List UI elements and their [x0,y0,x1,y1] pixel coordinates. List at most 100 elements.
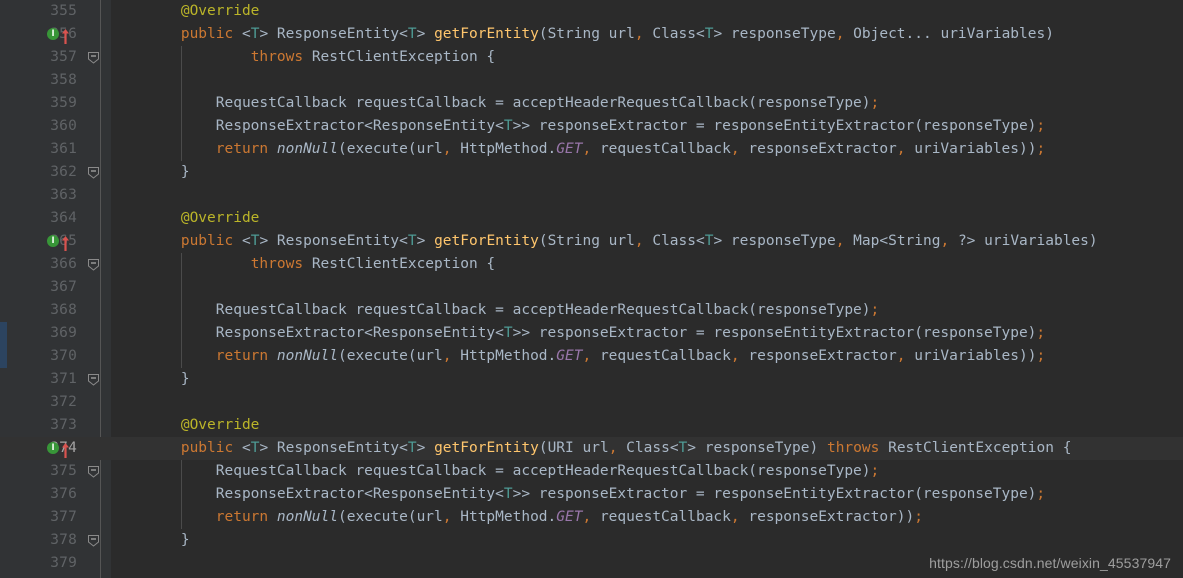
code-line-row[interactable]: 368 RequestCallback requestCallback = ac… [0,299,1183,322]
code-token: < [399,440,408,456]
code-line-row[interactable]: 369 ResponseExtractor<ResponseEntity<T>>… [0,322,1183,345]
line-number[interactable]: 375 [7,460,77,483]
code-line-row[interactable]: 374 I public <T> ResponseEntity<T> getFor… [0,437,1183,460]
code-line-row[interactable]: 359 RequestCallback requestCallback = ac… [0,92,1183,115]
code-line-row[interactable]: 361 return nonNull(execute(url, HttpMeth… [0,138,1183,161]
line-number[interactable]: 360 [7,115,77,138]
code-line-text[interactable]: public <T> ResponseEntity<T> getForEntit… [111,437,1072,460]
code-fold-marker-icon[interactable] [87,51,100,64]
code-fold-marker-icon[interactable] [87,166,100,179]
code-line-text[interactable]: RequestCallback requestCallback = accept… [111,460,879,483]
overriding-method-arrow-icon[interactable] [61,234,70,251]
line-number[interactable]: 377 [7,506,77,529]
code-token: responseExtractor [739,141,897,157]
code-line-text[interactable]: } [111,161,190,184]
line-number[interactable]: 359 [7,92,77,115]
code-line-text[interactable]: } [111,529,190,552]
overriding-method-arrow-icon[interactable] [61,441,70,458]
line-number[interactable]: 364 [7,207,77,230]
code-line-row[interactable]: 372 [0,391,1183,414]
code-token: RequestCallback [215,302,347,318]
code-line-row[interactable]: 355 @Override [0,0,1183,23]
code-token: ?> uriVariables) [949,233,1098,249]
code-line-row[interactable]: 364 @Override [0,207,1183,230]
code-line-text[interactable]: ResponseExtractor<ResponseEntity<T>> res… [111,322,1045,345]
line-number[interactable]: 361 [7,138,77,161]
code-token: , [730,141,740,157]
code-fold-marker-icon[interactable] [87,258,100,271]
code-line-row[interactable]: 376 ResponseExtractor<ResponseEntity<T>>… [0,483,1183,506]
line-number[interactable]: 372 [7,391,77,414]
overriding-method-arrow-icon[interactable] [61,27,70,44]
line-number[interactable]: 355 [7,0,77,23]
gutter-icon-group[interactable]: I [47,437,87,460]
line-number[interactable]: 370 [7,345,77,368]
line-number[interactable]: 371 [7,368,77,391]
code-line-text[interactable]: throws RestClientException { [111,253,495,276]
line-number[interactable]: 368 [7,299,77,322]
code-token: . [547,509,557,525]
code-line-row[interactable]: 360 ResponseExtractor<ResponseEntity<T>>… [0,115,1183,138]
code-fold-marker-icon[interactable] [87,373,100,386]
line-number[interactable]: 378 [7,529,77,552]
line-number[interactable]: 363 [7,184,77,207]
gutter-icon-group[interactable]: I [47,230,87,253]
code-token: String [888,233,941,249]
line-number[interactable]: 367 [7,276,77,299]
code-token: return [215,348,269,364]
code-line-row[interactable]: 370 return nonNull(execute(url, HttpMeth… [0,345,1183,368]
code-fold-marker-icon[interactable] [87,465,100,478]
implements-method-icon[interactable]: I [47,28,59,40]
code-line-text[interactable]: return nonNull(execute(url, HttpMethod.G… [111,345,1045,368]
code-line-row[interactable]: 373 @Override [0,414,1183,437]
code-line-row[interactable]: 356 I public <T> ResponseEntity<T> getFor… [0,23,1183,46]
code-line-text[interactable]: RequestCallback requestCallback = accept… [111,92,879,115]
implements-method-icon[interactable]: I [47,442,59,454]
code-line-text[interactable]: ResponseExtractor<ResponseEntity<T>> res… [111,115,1045,138]
code-line-text[interactable]: } [111,368,190,391]
code-token: ResponseEntity [372,118,496,134]
code-editor[interactable]: 355 @Override 356 I public <T> ResponseEnt… [0,0,1183,578]
line-number[interactable]: 357 [7,46,77,69]
code-line-text[interactable]: public <T> ResponseEntity<T> getForEntit… [111,230,1098,253]
code-token: < [364,118,373,134]
gutter-icon-group[interactable]: I [47,23,87,46]
code-token: GET [556,509,583,525]
code-token: requestCallback = [346,463,513,479]
line-number[interactable]: 373 [7,414,77,437]
code-fold-marker-icon[interactable] [87,534,100,547]
line-number[interactable]: 369 [7,322,77,345]
line-number[interactable]: 358 [7,69,77,92]
code-line-row[interactable]: 371 } [0,368,1183,391]
code-line-row[interactable]: 375 RequestCallback requestCallback = ac… [0,460,1183,483]
code-line-row[interactable]: 357 throws RestClientException { [0,46,1183,69]
code-token: (url [407,348,443,364]
code-token: nonNull [276,348,338,364]
code-line-text[interactable]: RequestCallback requestCallback = accept… [111,299,879,322]
code-line-text[interactable]: throws RestClientException { [111,46,495,69]
code-line-text[interactable]: @Override [111,414,260,437]
code-line-row[interactable]: 377 return nonNull(execute(url, HttpMeth… [0,506,1183,529]
code-line-row[interactable]: 363 [0,184,1183,207]
code-line-text[interactable]: return nonNull(execute(url, HttpMethod.G… [111,506,923,529]
code-line-row[interactable]: 366 throws RestClientException { [0,253,1183,276]
code-line-text[interactable]: @Override [111,207,260,230]
code-token: (url [407,141,443,157]
line-number[interactable]: 366 [7,253,77,276]
code-line-text[interactable]: return nonNull(execute(url, HttpMethod.G… [111,138,1045,161]
line-number[interactable]: 379 [7,552,77,575]
code-token: , [582,141,592,157]
code-line-text[interactable]: ResponseExtractor<ResponseEntity<T>> res… [111,483,1045,506]
line-number[interactable]: 376 [7,483,77,506]
line-number[interactable]: 362 [7,161,77,184]
code-line-row[interactable]: 378 } [0,529,1183,552]
implements-method-icon[interactable]: I [47,235,59,247]
code-line-row[interactable]: 362 } [0,161,1183,184]
code-line-row[interactable]: 367 [0,276,1183,299]
code-line-row[interactable]: 358 [0,69,1183,92]
code-line-row[interactable]: 365 I public <T> ResponseEntity<T> getFor… [0,230,1183,253]
code-line-text[interactable]: public <T> ResponseEntity<T> getForEntit… [111,23,1054,46]
code-token: (responseType) [914,118,1037,134]
code-line-text[interactable]: @Override [111,0,260,23]
